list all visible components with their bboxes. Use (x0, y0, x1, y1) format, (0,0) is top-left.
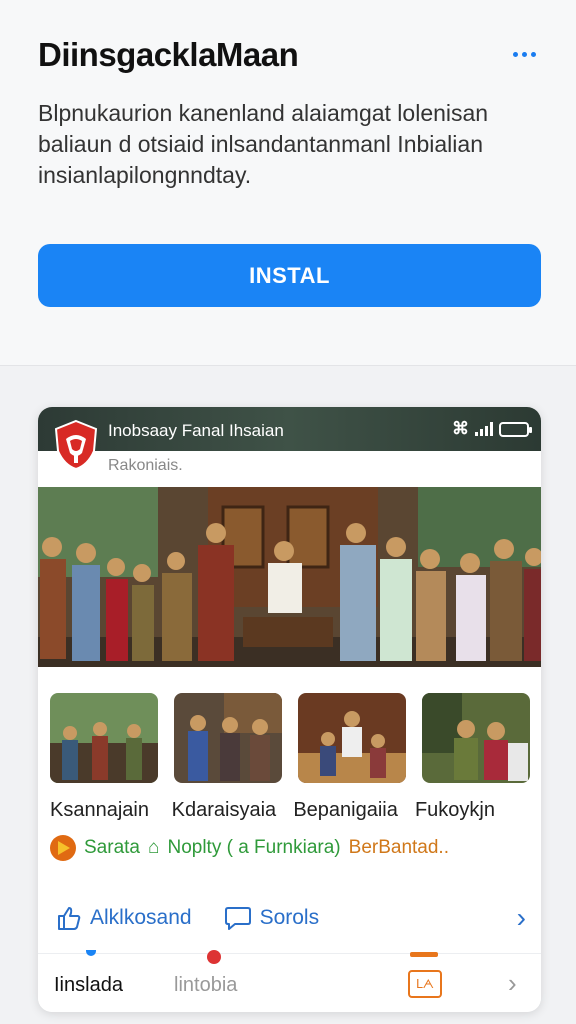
thumbnail-caption: Bepanigaiia (293, 799, 398, 821)
status-icons: ⌘ (452, 419, 532, 438)
thumbnail-strip (50, 693, 530, 785)
like-label: Alklkosand (90, 906, 192, 929)
preview-card: Inobsaay Fanal Ihsaian ⌘ Rakoniais. Ksan… (38, 407, 541, 1012)
command-icon: ⌘ (452, 419, 469, 438)
install-button[interactable]: INSTAL (38, 244, 541, 307)
bottom-tab-left[interactable]: Iinslada (54, 974, 123, 997)
more-dot-icon (521, 51, 527, 57)
thumbnail-image[interactable] (422, 693, 530, 783)
play-store-icon (50, 835, 76, 861)
thumbnail-caption: Kdaraisyaia (171, 799, 277, 821)
bottom-bar: Iinslada lintobia ᒪᗅ › (38, 950, 541, 1012)
more-options-button[interactable] (506, 44, 542, 64)
status-bar: Inobsaay Fanal Ihsaian ⌘ (38, 407, 541, 451)
chevron-right-icon[interactable]: › (517, 902, 526, 934)
comment-icon (224, 907, 251, 930)
active-indicator-icon (86, 950, 96, 956)
app-title: DiinsgacklaMaan (38, 36, 299, 73)
app-header-sheet: DiinsgacklaMaan Blpnukaurion kanenland a… (0, 0, 576, 366)
thumbnail-image[interactable] (174, 693, 282, 783)
comment-button[interactable]: Sorols (224, 905, 320, 931)
comment-label: Sorols (259, 906, 320, 929)
app-description: Blpnukaurion kanenland alaiamgat lolenis… (38, 100, 489, 188)
chevron-right-icon[interactable]: › (508, 968, 517, 999)
signal-icon (475, 422, 493, 436)
thumbs-up-icon (58, 907, 81, 930)
tag-label[interactable]: Sarata (84, 837, 140, 859)
status-title: Inobsaay Fanal Ihsaian (108, 421, 284, 440)
bottom-tab-mid[interactable]: lintobia (174, 974, 237, 997)
thumbnail-captions: Ksannajain Kdaraisyaia Bepanigaiia Fukoy… (50, 799, 530, 822)
card-sub-label: Rakoniais. (108, 457, 183, 474)
battery-icon (499, 421, 532, 437)
like-button[interactable]: Alklkosand (56, 905, 192, 931)
thumbnail-image[interactable] (298, 693, 406, 783)
emblem-logo-icon (54, 419, 98, 471)
actions-row: Alklkosand Sorols › (56, 901, 526, 935)
tag-label[interactable]: Noplty ( a Furnkiara) (167, 837, 340, 859)
inbox-icon[interactable]: ᒪᗅ (408, 970, 442, 998)
tags-row: Sarata ⌂ Noplty ( a Furnkiara) BerBantad… (50, 833, 530, 863)
thumbnail-caption: Fukoykjn (414, 799, 495, 821)
thumbnail-caption: Ksannajain (50, 799, 149, 821)
more-dot-icon (530, 51, 536, 57)
more-dot-icon (512, 51, 518, 57)
home-icon: ⌂ (147, 837, 160, 858)
hero-photo[interactable] (38, 487, 541, 667)
accent-line (410, 952, 438, 957)
tag-label[interactable]: BerBantad.. (349, 837, 449, 859)
notification-dot-icon (207, 950, 221, 964)
thumbnail-image[interactable] (50, 693, 158, 783)
